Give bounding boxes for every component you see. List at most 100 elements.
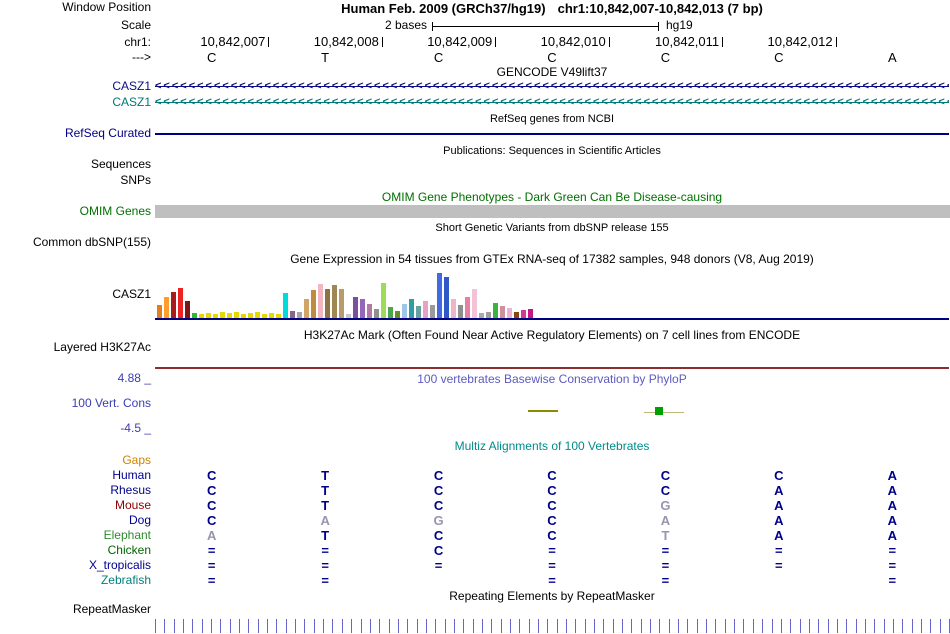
alignment-base: = (548, 558, 556, 573)
bottom-ruler-tick (771, 619, 773, 633)
bottom-ruler-tick (229, 619, 231, 633)
h3k27ac-label[interactable]: Layered H3K27Ac (0, 341, 151, 354)
gtex-bar (521, 310, 526, 318)
conservation-signal-line (644, 412, 684, 413)
alignment-base: C (774, 468, 784, 483)
bottom-ruler-tick (183, 619, 185, 633)
dbsnp-label[interactable]: Common dbSNP(155) (0, 236, 151, 249)
bottom-ruler-tick (594, 619, 596, 633)
alignment-base: C (547, 483, 557, 498)
bottom-ruler-tick (472, 619, 474, 633)
bottom-ruler-tick (537, 619, 539, 633)
gtex-bar (220, 312, 225, 318)
gtex-bar (248, 313, 253, 318)
gtex-bar (451, 299, 456, 318)
bottom-ruler-tick (341, 619, 343, 633)
bottom-ruler-tick (379, 619, 381, 633)
gtex-bar (283, 293, 288, 318)
bottom-ruler-tick (509, 619, 511, 633)
bottom-ruler-tick (444, 619, 446, 633)
bottom-ruler-tick (267, 619, 269, 633)
alignment-base: C (433, 528, 444, 543)
species-label-elephant[interactable]: Elephant (0, 529, 151, 542)
phylop-label[interactable]: 100 Vert. Cons (0, 397, 151, 410)
alignment-base: A (887, 498, 897, 513)
species-label-mouse[interactable]: Mouse (0, 499, 151, 512)
bottom-ruler-tick (360, 619, 362, 633)
bottom-ruler-tick (687, 619, 689, 633)
species-label-chicken[interactable]: Chicken (0, 544, 151, 557)
gene-label-casz1-2[interactable]: CASZ1 (0, 96, 151, 109)
phylop-scale-max: 4.88 _ (117, 371, 151, 385)
gtex-bar (192, 313, 197, 318)
scale-bar-left-tick (432, 22, 433, 31)
bottom-ruler-tick (752, 619, 754, 633)
alignment-base: T (321, 528, 330, 543)
gtex-bar (157, 305, 162, 318)
bottom-ruler-tick (519, 619, 521, 633)
gtex-bar (367, 304, 372, 318)
scale-bar-right-tick (658, 22, 659, 31)
bottom-ruler-tick (547, 619, 549, 633)
bottom-ruler-tick (640, 619, 642, 633)
alignment-base: = (661, 573, 670, 588)
alignment-base: C (207, 513, 217, 528)
coordinate-tick (835, 37, 837, 47)
alignment-base: = (207, 543, 216, 558)
omim-genes-label[interactable]: OMIM Genes (0, 205, 151, 218)
alignment-base: A (887, 483, 897, 498)
scale-label: Scale (120, 18, 151, 32)
gtex-gene-label[interactable]: CASZ1 (0, 288, 151, 301)
coordinate-label: 10,842,012 (767, 34, 833, 49)
omim-track-title: OMIM Gene Phenotypes - Dark Green Can Be… (381, 190, 723, 204)
gtex-bar (206, 313, 211, 318)
gtex-bar (437, 273, 442, 318)
bottom-ruler-tick (332, 619, 334, 633)
position-header: Human Feb. 2009 (GRCh37/hg19) chr1:10,842… (155, 1, 949, 16)
coordinate-label: 10,842,009 (427, 34, 493, 49)
species-label-dog[interactable]: Dog (0, 514, 151, 527)
alignment-base: C (433, 468, 444, 483)
repeatmasker-label[interactable]: RepeatMasker (0, 603, 151, 616)
gtex-bar (374, 309, 379, 318)
gtex-bar (199, 314, 204, 318)
window-position-label: Window Position (62, 0, 151, 14)
omim-gene-bar[interactable] (155, 205, 950, 218)
alignment-base: = (775, 543, 783, 558)
refseq-gene-bar[interactable] (155, 133, 949, 135)
species-label-zebrafish[interactable]: Zebrafish (0, 574, 151, 587)
species-label-gaps[interactable]: Gaps (0, 454, 151, 467)
refseq-curated-label[interactable]: RefSeq Curated (0, 127, 151, 140)
chrom-label: chr1: (124, 35, 151, 49)
gtex-bar (409, 299, 414, 318)
alignment-base: C (207, 483, 217, 498)
alignment-base: C (433, 543, 444, 558)
refseq-track-title: RefSeq genes from NCBI (489, 113, 615, 125)
bottom-ruler-tick (276, 619, 278, 633)
gtex-bar (262, 314, 267, 318)
gtex-bar (234, 312, 239, 318)
gene-label-casz1-1[interactable]: CASZ1 (0, 80, 151, 93)
gencode-intron-line-1 (155, 86, 949, 87)
alignment-base: A (774, 528, 784, 543)
alignment-base: = (207, 573, 216, 588)
coordinate-label: 10,842,008 (313, 34, 379, 49)
species-label-rhesus[interactable]: Rhesus (0, 484, 151, 497)
bottom-ruler-tick (883, 619, 885, 633)
bottom-ruler-tick (846, 619, 848, 633)
bottom-ruler-tick (612, 619, 614, 633)
gtex-bar (500, 306, 505, 318)
reference-base: C (660, 50, 671, 65)
sequences-label[interactable]: Sequences (0, 158, 151, 171)
alignment-base: C (547, 498, 557, 513)
species-label-x_tropicalis[interactable]: X_tropicalis (0, 559, 151, 572)
genome-browser-image: Window Position Human Feb. 2009 (GRCh37/… (0, 0, 950, 634)
species-label-human[interactable]: Human (0, 469, 151, 482)
gtex-bar (227, 313, 232, 318)
snps-label[interactable]: SNPs (0, 174, 151, 187)
publications-track-title: Publications: Sequences in Scientific Ar… (443, 145, 661, 157)
alignment-base: C (547, 513, 557, 528)
gtex-bar (178, 288, 183, 318)
bottom-ruler-tick (323, 619, 325, 633)
bottom-ruler-tick (407, 619, 409, 633)
